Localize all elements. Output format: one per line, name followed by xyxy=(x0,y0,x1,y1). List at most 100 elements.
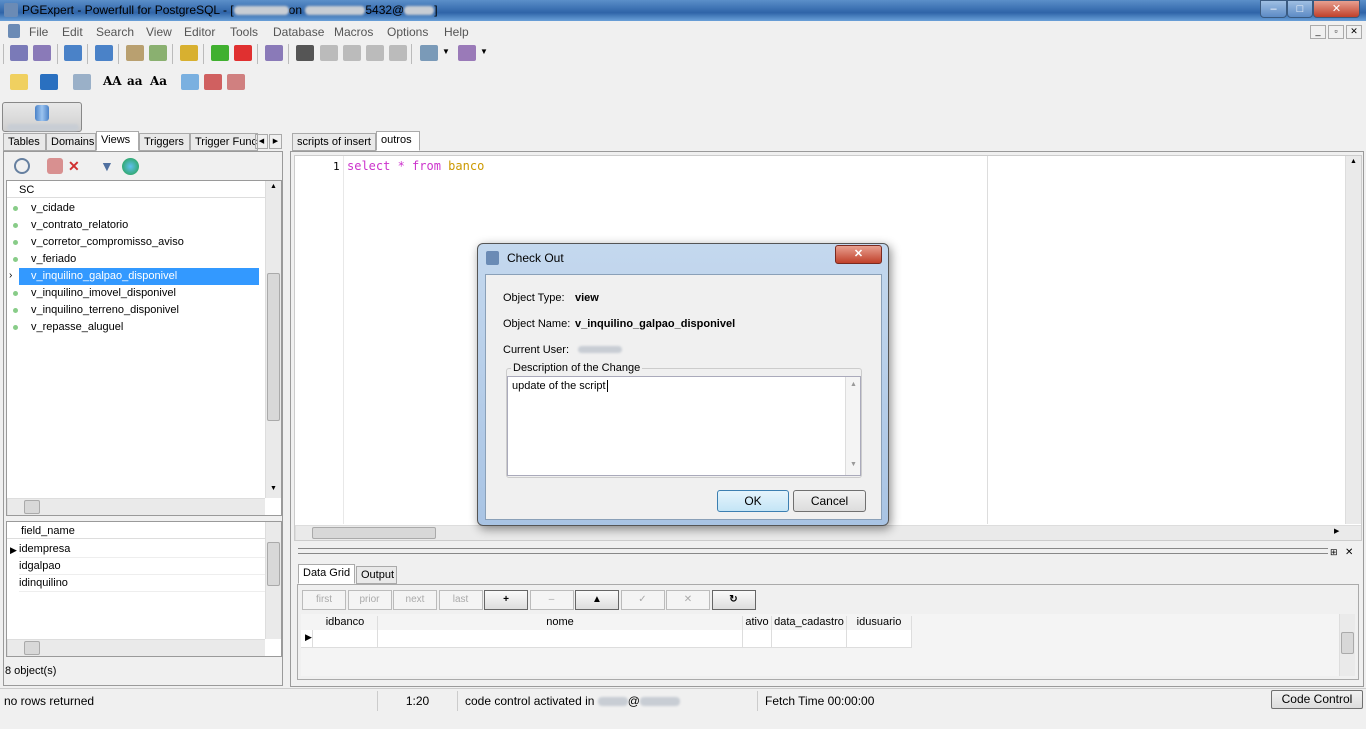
disconnect-icon[interactable] xyxy=(33,45,51,61)
panel-splitter[interactable] xyxy=(298,548,1328,554)
code-control-button[interactable]: Code Control xyxy=(1271,690,1363,709)
mdi-restore-button[interactable]: ▫ xyxy=(1328,25,1344,39)
grid-cell[interactable] xyxy=(772,630,847,648)
dialog-close-button[interactable]: ✕ xyxy=(835,245,882,264)
open-folder-icon[interactable] xyxy=(10,74,28,90)
lowercase-icon[interactable]: aa xyxy=(127,74,143,88)
menu-tools[interactable]: Tools xyxy=(230,25,258,39)
menu-view[interactable]: View xyxy=(146,25,172,39)
column-header-idusuario[interactable]: idusuario xyxy=(847,616,912,630)
column-header-data_cadastro[interactable]: data_cadastro xyxy=(772,616,847,630)
description-scrollbar[interactable]: ▲ ▼ xyxy=(845,377,860,475)
plugin-add-icon[interactable] xyxy=(420,45,438,61)
app-menu-icon[interactable] xyxy=(8,24,20,38)
tab-tables[interactable]: Tables xyxy=(3,133,46,151)
cancel-button[interactable]: Cancel xyxy=(793,490,866,512)
close-button[interactable]: ✕ xyxy=(1313,0,1360,18)
tab-trigger-func[interactable]: Trigger Func xyxy=(190,133,258,151)
tab-domains[interactable]: Domains xyxy=(46,133,96,151)
grid-nav-button-3[interactable]: last xyxy=(438,590,483,610)
macro-icon[interactable] xyxy=(389,45,407,61)
database-remove-icon[interactable] xyxy=(95,45,113,61)
database-add-icon[interactable] xyxy=(64,45,82,61)
tab-scroll-right-button[interactable]: ▶ xyxy=(269,134,282,149)
folder-icon[interactable] xyxy=(181,74,199,90)
view-list-item[interactable]: v_repasse_aluguel xyxy=(19,319,259,336)
find-remove-icon[interactable] xyxy=(47,158,63,174)
minimize-button[interactable]: – xyxy=(1260,0,1287,18)
ok-button[interactable]: OK xyxy=(717,490,789,512)
editor-tab-scripts-of-insert[interactable]: scripts of insert xyxy=(292,133,376,151)
script-import-icon[interactable] xyxy=(126,45,144,61)
macro-icon[interactable] xyxy=(320,45,338,61)
views-horizontal-scrollbar[interactable] xyxy=(7,498,265,515)
grid-nav-button-6[interactable]: ▲ xyxy=(575,590,619,610)
maximize-button[interactable]: □ xyxy=(1287,0,1313,18)
fields-vertical-scrollbar[interactable] xyxy=(265,522,281,639)
plugin-remove-icon[interactable] xyxy=(458,45,476,61)
editor-horizontal-scrollbar[interactable]: ▶ xyxy=(295,525,1361,540)
connection-button[interactable] xyxy=(2,102,82,132)
menu-search[interactable]: Search xyxy=(96,25,134,39)
menu-editor[interactable]: Editor xyxy=(184,25,215,39)
panel-close-icon[interactable]: ✕ xyxy=(1345,547,1353,558)
view-list-item[interactable]: v_inquilino_imovel_disponivel xyxy=(19,285,259,302)
capitalize-icon[interactable]: Aa xyxy=(150,74,167,88)
tab-triggers[interactable]: Triggers xyxy=(139,133,190,151)
views-vertical-scrollbar[interactable]: ▲ ▼ xyxy=(265,181,281,498)
grid-nav-button-1[interactable]: prior xyxy=(347,590,392,610)
clear-filter-icon[interactable]: ✕ xyxy=(68,158,84,174)
column-header-nome[interactable]: nome xyxy=(378,616,743,630)
view-list-item[interactable]: v_corretor_compromisso_aviso xyxy=(19,234,259,251)
menu-database[interactable]: Database xyxy=(273,25,324,39)
query-builder-icon[interactable] xyxy=(180,45,198,61)
menu-edit[interactable]: Edit xyxy=(62,25,83,39)
dropdown-arrow-icon[interactable]: ▼ xyxy=(442,47,450,56)
editor-vertical-scrollbar[interactable]: ▲ xyxy=(1345,156,1361,524)
mdi-minimize-button[interactable]: _ xyxy=(1310,25,1326,39)
column-header-ativo[interactable]: ativo xyxy=(743,616,772,630)
filter-icon[interactable]: ▼ xyxy=(100,158,116,174)
macro-icon[interactable] xyxy=(366,45,384,61)
search-icon[interactable] xyxy=(14,158,30,174)
grid-nav-button-8[interactable]: ✕ xyxy=(666,590,710,610)
refresh-icon[interactable] xyxy=(122,158,139,175)
print-icon[interactable] xyxy=(73,74,91,90)
folder-remove-icon[interactable] xyxy=(227,74,245,90)
thumbs-up-icon[interactable] xyxy=(211,45,229,61)
column-header-idbanco[interactable]: idbanco xyxy=(313,616,378,630)
menu-macros[interactable]: Macros xyxy=(334,25,373,39)
view-list-item[interactable]: v_feriado xyxy=(19,251,259,268)
pin-icon[interactable]: ⊞ xyxy=(1330,547,1338,558)
grid-vertical-scrollbar[interactable] xyxy=(1339,614,1355,676)
connect-icon[interactable] xyxy=(10,45,28,61)
view-list-item[interactable]: v_inquilino_galpao_disponivel xyxy=(19,268,259,285)
results-tab-output[interactable]: Output xyxy=(356,566,397,584)
refresh-connection-icon[interactable] xyxy=(265,45,283,61)
tab-views[interactable]: Views xyxy=(96,131,139,151)
grid-nav-button-4[interactable]: + xyxy=(484,590,528,610)
folder-delete-icon[interactable] xyxy=(204,74,222,90)
menu-help[interactable]: Help xyxy=(444,25,469,39)
results-tab-data-grid[interactable]: Data Grid xyxy=(298,564,355,584)
menu-options[interactable]: Options xyxy=(387,25,428,39)
view-list-item[interactable]: v_contrato_relatorio xyxy=(19,217,259,234)
grid-nav-button-2[interactable]: next xyxy=(393,590,437,610)
grid-cell[interactable] xyxy=(313,630,378,648)
grid-nav-button-7[interactable]: ✓ xyxy=(620,590,665,610)
editor-tab-outros[interactable]: outros xyxy=(376,131,420,151)
fields-horizontal-scrollbar[interactable] xyxy=(7,639,265,656)
record-icon[interactable] xyxy=(296,45,314,61)
save-icon[interactable] xyxy=(40,74,58,90)
script-export-icon[interactable] xyxy=(149,45,167,61)
grid-cell[interactable] xyxy=(378,630,743,648)
mdi-close-button[interactable]: ✕ xyxy=(1346,25,1362,39)
view-list-item[interactable]: v_cidade xyxy=(19,200,259,217)
grid-cell[interactable] xyxy=(743,630,772,648)
grid-nav-button-9[interactable]: ↻ xyxy=(711,590,756,610)
grid-nav-button-5[interactable]: – xyxy=(529,590,574,610)
menu-file[interactable]: File xyxy=(29,25,48,39)
view-list-item[interactable]: v_inquilino_terreno_disponivel xyxy=(19,302,259,319)
grid-nav-button-0[interactable]: first xyxy=(302,590,346,610)
macro-icon[interactable] xyxy=(343,45,361,61)
